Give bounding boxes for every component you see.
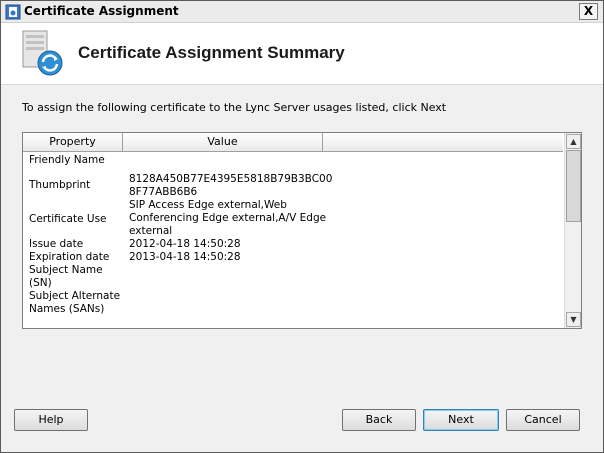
next-button[interactable]: Next bbox=[423, 409, 499, 431]
vertical-scrollbar[interactable]: ▲ ▼ bbox=[564, 133, 581, 328]
table-row[interactable]: Subject Name (SN) bbox=[23, 264, 563, 290]
row-property: Certificate Use bbox=[29, 213, 107, 225]
row-value bbox=[127, 264, 357, 290]
back-button[interactable]: Back bbox=[342, 409, 416, 431]
instruction-text: To assign the following certificate to t… bbox=[22, 101, 447, 114]
table-row[interactable]: Expiration date 2013-04-18 14:50:28 bbox=[23, 251, 563, 264]
wizard-header: Certificate Assignment Summary bbox=[1, 23, 603, 85]
row-property: Issue date bbox=[29, 238, 84, 250]
row-property: Subject Name (SN) bbox=[29, 264, 103, 289]
column-header-empty bbox=[323, 133, 563, 152]
help-button[interactable]: Help bbox=[14, 409, 88, 431]
table-row[interactable]: Certificate Use SIP Access Edge external… bbox=[23, 199, 563, 238]
row-value bbox=[127, 154, 357, 167]
row-property: Expiration date bbox=[29, 251, 110, 263]
column-header-value[interactable]: Value bbox=[123, 133, 323, 152]
column-header-property[interactable]: Property bbox=[23, 133, 123, 152]
row-value: 8128A450B77E4395E5818B79B3BC00 8F77ABB6B… bbox=[129, 173, 333, 198]
scroll-down-arrow-icon[interactable]: ▼ bbox=[566, 312, 581, 327]
table-row[interactable]: Thumbprint 8128A450B77E4395E5818B79B3BC0… bbox=[23, 173, 563, 199]
grid-rows: Friendly Name Thumbprint 8128A450B77E439… bbox=[23, 154, 563, 316]
row-value: SIP Access Edge external,Web Conferencin… bbox=[129, 199, 327, 237]
row-value: 2013-04-18 14:50:28 bbox=[129, 251, 241, 263]
close-button[interactable]: X bbox=[579, 3, 598, 20]
certificate-assignment-window: Certificate Assignment X Certificate Ass… bbox=[0, 0, 604, 453]
table-row[interactable]: Friendly Name bbox=[23, 154, 563, 167]
row-property: Subject Alternate Names (SANs) bbox=[29, 290, 121, 315]
scroll-thumb[interactable] bbox=[566, 150, 581, 222]
grid-header: Property Value bbox=[23, 133, 563, 152]
cancel-button[interactable]: Cancel bbox=[506, 409, 580, 431]
row-value: 2012-04-18 14:50:28 bbox=[129, 238, 241, 250]
row-property: Thumbprint bbox=[29, 179, 91, 191]
page-title: Certificate Assignment Summary bbox=[78, 43, 345, 62]
scroll-up-arrow-icon[interactable]: ▲ bbox=[566, 134, 581, 149]
summary-grid[interactable]: Property Value Friendly Name Thumbprint … bbox=[22, 132, 582, 329]
table-row[interactable]: Issue date 2012-04-18 14:50:28 bbox=[23, 238, 563, 251]
row-value bbox=[127, 290, 357, 316]
row-property: Friendly Name bbox=[29, 154, 105, 166]
window-title: Certificate Assignment bbox=[24, 4, 179, 18]
certificate-server-icon bbox=[21, 29, 65, 79]
app-icon bbox=[5, 4, 21, 20]
title-bar: Certificate Assignment X bbox=[1, 1, 603, 23]
table-row[interactable]: Subject Alternate Names (SANs) bbox=[23, 290, 563, 316]
